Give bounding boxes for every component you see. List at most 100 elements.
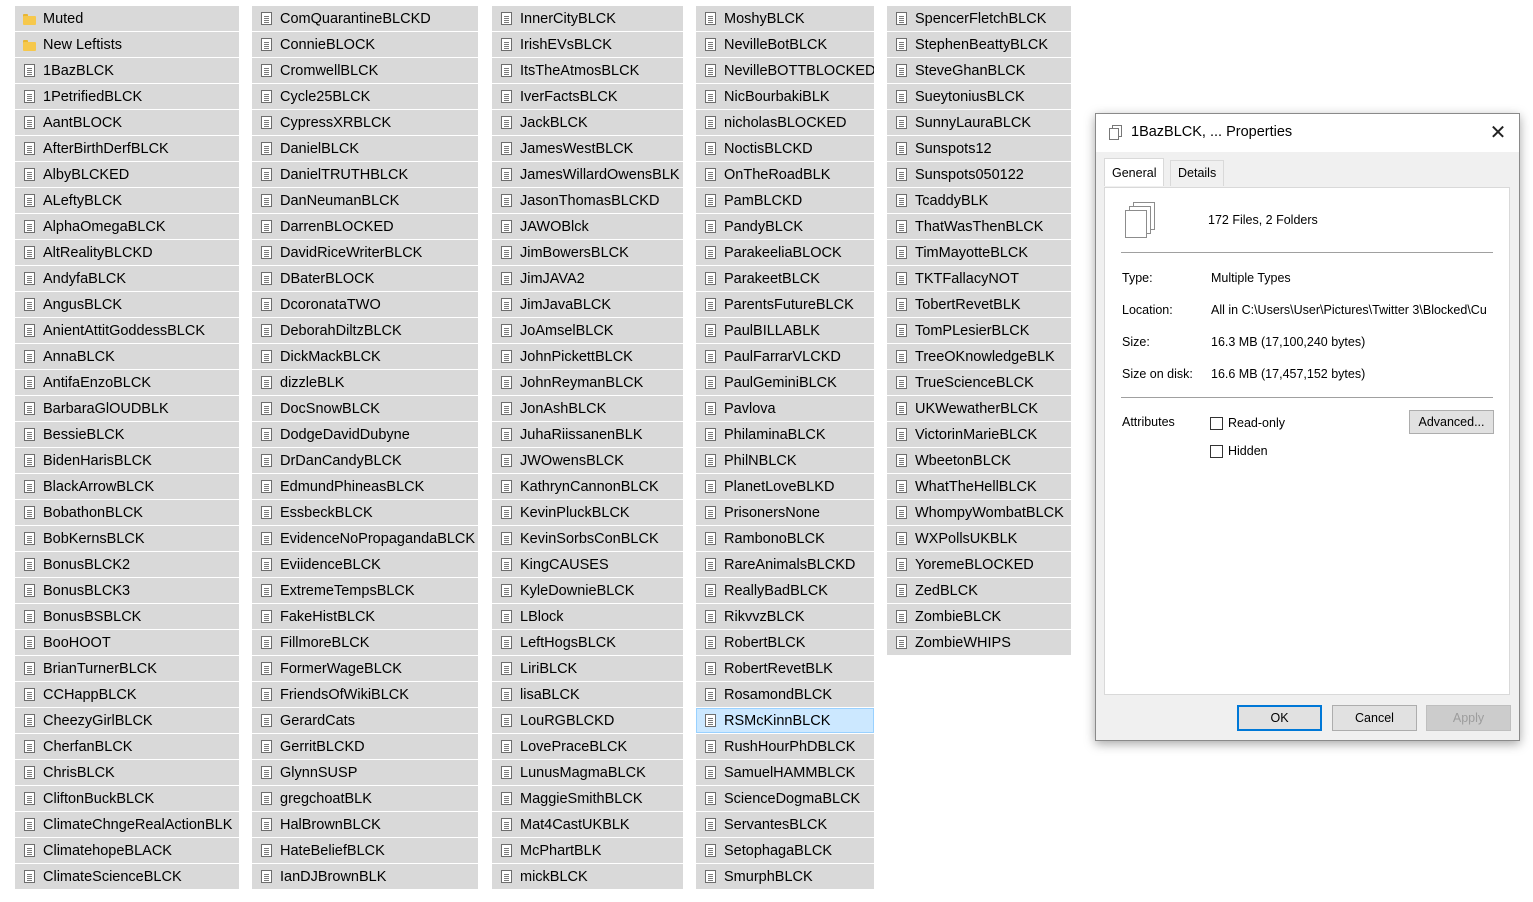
file-item[interactable]: NicBourbakiBLK <box>696 84 874 109</box>
file-item[interactable]: DodgeDavidDubyne <box>252 422 478 447</box>
file-item[interactable]: NoctisBLCKD <box>696 136 874 161</box>
file-item[interactable]: FakeHistBLCK <box>252 604 478 629</box>
file-item[interactable]: UKWewatherBLCK <box>887 396 1071 421</box>
file-item[interactable]: TrueScienceBLCK <box>887 370 1071 395</box>
file-item[interactable]: DanielBLCK <box>252 136 478 161</box>
file-item[interactable]: TobertRevetBLK <box>887 292 1071 317</box>
file-item[interactable]: JimBowersBLCK <box>492 240 683 265</box>
file-item[interactable]: BonusBLCK2 <box>15 552 239 577</box>
file-item[interactable]: PamBLCKD <box>696 188 874 213</box>
hidden-checkbox[interactable] <box>1210 444 1223 458</box>
file-item[interactable]: DBaterBLOCK <box>252 266 478 291</box>
file-item[interactable]: dizzleBLK <box>252 370 478 395</box>
file-item[interactable]: ReallyBadBLCK <box>696 578 874 603</box>
file-item[interactable]: ZombieWHIPS <box>887 630 1071 655</box>
file-item[interactable]: YoremeBLOCKED <box>887 552 1071 577</box>
file-item[interactable]: ZombieBLCK <box>887 604 1071 629</box>
file-item[interactable]: TomPLesierBLCK <box>887 318 1071 343</box>
file-item[interactable]: ClimateScienceBLCK <box>15 864 239 889</box>
file-item[interactable]: FormerWageBLCK <box>252 656 478 681</box>
file-item[interactable]: AndyfaBLCK <box>15 266 239 291</box>
file-item[interactable]: JoAmselBLCK <box>492 318 683 343</box>
file-item[interactable]: TcaddyBLK <box>887 188 1071 213</box>
file-item[interactable]: ZedBLCK <box>887 578 1071 603</box>
file-item[interactable]: ServantesBLCK <box>696 812 874 837</box>
file-item[interactable]: lisaBLCK <box>492 682 683 707</box>
file-item[interactable]: HateBeliefBLCK <box>252 838 478 863</box>
file-item[interactable]: AfterBirthDerfBLCK <box>15 136 239 161</box>
file-item[interactable]: EvidenceNoPropagandaBLCK <box>252 526 478 551</box>
file-item[interactable]: SteveGhanBLCK <box>887 58 1071 83</box>
file-item[interactable]: BobathonBLCK <box>15 500 239 525</box>
file-item[interactable]: GerardCats <box>252 708 478 733</box>
file-item[interactable]: BarbaraGlOUDBLK <box>15 396 239 421</box>
readonly-checkbox[interactable] <box>1210 416 1223 430</box>
file-item[interactable]: PlanetLoveBLKD <box>696 474 874 499</box>
file-item[interactable]: Sunspots12 <box>887 136 1071 161</box>
file-item[interactable]: DocSnowBLCK <box>252 396 478 421</box>
file-item[interactable]: CherfanBLCK <box>15 734 239 759</box>
file-item[interactable]: RareAnimalsBLCKD <box>696 552 874 577</box>
file-item[interactable]: LeftHogsBLCK <box>492 630 683 655</box>
file-item[interactable]: ExtremeTempsBLCK <box>252 578 478 603</box>
file-item[interactable]: PhilNBLCK <box>696 448 874 473</box>
advanced-button[interactable]: Advanced... <box>1409 410 1494 434</box>
file-item[interactable]: EviidenceBLCK <box>252 552 478 577</box>
folder-item[interactable]: New Leftists <box>15 32 239 57</box>
file-item[interactable]: JohnReymanBLCK <box>492 370 683 395</box>
file-item[interactable]: ClimatehopeBLACK <box>15 838 239 863</box>
file-item[interactable]: AantBLOCK <box>15 110 239 135</box>
file-item[interactable]: RambonoBLCK <box>696 526 874 551</box>
file-item[interactable]: SetophagaBLCK <box>696 838 874 863</box>
file-item[interactable]: BonusBLCK3 <box>15 578 239 603</box>
file-item[interactable]: ItsTheAtmosBLCK <box>492 58 683 83</box>
file-item[interactable]: AltRealityBLCKD <box>15 240 239 265</box>
file-item[interactable]: DeborahDiltzBLCK <box>252 318 478 343</box>
file-item[interactable]: IrishEVsBLCK <box>492 32 683 57</box>
file-item[interactable]: LiriBLCK <box>492 656 683 681</box>
file-item[interactable]: CromwellBLCK <box>252 58 478 83</box>
file-item[interactable]: AnientAttitGoddessBLCK <box>15 318 239 343</box>
file-item[interactable]: BobKernsBLCK <box>15 526 239 551</box>
file-item[interactable]: LBlock <box>492 604 683 629</box>
file-item[interactable]: 1BazBLCK <box>15 58 239 83</box>
file-item[interactable]: ConnieBLOCK <box>252 32 478 57</box>
file-item[interactable]: RobertRevetBLK <box>696 656 874 681</box>
file-item[interactable]: FriendsOfWikiBLCK <box>252 682 478 707</box>
file-item[interactable]: AlbyBLCKED <box>15 162 239 187</box>
file-item[interactable]: PhilaminaBLCK <box>696 422 874 447</box>
file-item[interactable]: PaulGeminiBLCK <box>696 370 874 395</box>
file-item[interactable]: AngusBLCK <box>15 292 239 317</box>
file-item[interactable]: JWOwensBLCK <box>492 448 683 473</box>
tab-general[interactable]: General <box>1104 158 1165 186</box>
file-item[interactable]: BidenHarisBLCK <box>15 448 239 473</box>
close-button[interactable]: ✕ <box>1485 120 1511 146</box>
file-item[interactable]: EssbeckBLCK <box>252 500 478 525</box>
file-item[interactable]: McPhartBLK <box>492 838 683 863</box>
file-item[interactable]: Mat4CastUKBLK <box>492 812 683 837</box>
file-item[interactable]: RikvvzBLCK <box>696 604 874 629</box>
file-item[interactable]: JasonThomasBLCKD <box>492 188 683 213</box>
file-item[interactable]: TreeOKnowledgeBLK <box>887 344 1071 369</box>
file-item[interactable]: JamesWestBLCK <box>492 136 683 161</box>
file-item[interactable]: BessieBLCK <box>15 422 239 447</box>
file-item[interactable]: KevinSorbsConBLCK <box>492 526 683 551</box>
file-item[interactable]: CliftonBuckBLCK <box>15 786 239 811</box>
file-item[interactable]: JamesWillardOwensBLK <box>492 162 683 187</box>
file-item[interactable]: LunusMagmaBLCK <box>492 760 683 785</box>
file-item[interactable]: RushHourPhDBLCK <box>696 734 874 759</box>
file-item[interactable]: LovePraceBLCK <box>492 734 683 759</box>
file-item[interactable]: GlynnSUSP <box>252 760 478 785</box>
file-item[interactable]: ParakeetBLCK <box>696 266 874 291</box>
file-item[interactable]: NevilleBotBLCK <box>696 32 874 57</box>
file-item[interactable]: BrianTurnerBLCK <box>15 656 239 681</box>
file-item[interactable]: SamuelHAMMBLCK <box>696 760 874 785</box>
file-item[interactable]: NevilleBOTTBLOCKED <box>696 58 874 83</box>
file-item[interactable]: SunnyLauraBLCK <box>887 110 1071 135</box>
file-item[interactable]: RosamondBLCK <box>696 682 874 707</box>
file-item[interactable]: JackBLCK <box>492 110 683 135</box>
file-item[interactable]: BlackArrowBLCK <box>15 474 239 499</box>
file-item[interactable]: PrisonersNone <box>696 500 874 525</box>
file-item[interactable]: IverFactsBLCK <box>492 84 683 109</box>
file-item[interactable]: DanNeumanBLCK <box>252 188 478 213</box>
